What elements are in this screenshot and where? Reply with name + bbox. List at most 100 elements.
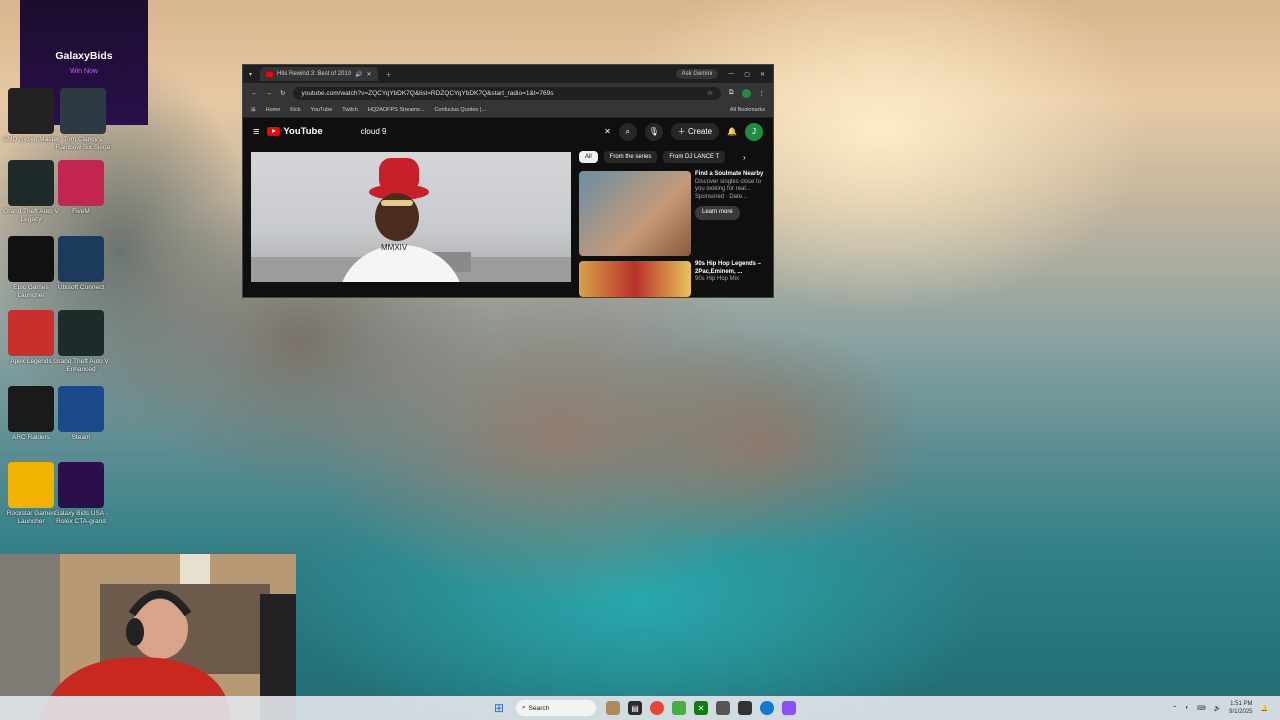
address-bar[interactable]: youtube.com/watch?v=ZQCYqYbDK7Q&list=RDZ…: [293, 86, 721, 100]
app-icon[interactable]: [738, 701, 752, 715]
arc-icon: [8, 386, 54, 432]
tab-menu-icon[interactable]: ▾: [249, 71, 252, 78]
desktop-icon[interactable]: Galaxy Bids USA - Rolex CTA-grand: [50, 462, 112, 526]
youtube-favicon-icon: [266, 71, 274, 77]
tray-icon[interactable]: ◐: [1185, 705, 1189, 711]
youtube-play-icon: [267, 127, 281, 136]
desktop-icon-label: Tom Clancy's Rainbow Six Siege: [55, 136, 111, 151]
fivem-icon: [58, 160, 104, 206]
ubisoft-icon: [58, 236, 104, 282]
audio-icon[interactable]: 🔊: [355, 71, 362, 78]
galaxybids-tagline: Win Now: [69, 68, 98, 75]
hamburger-menu-icon[interactable]: ≡: [253, 126, 259, 138]
r6-icon: [60, 88, 106, 134]
desktop-icon-label: Steam: [71, 434, 91, 441]
taskbar: ⊞ ⌕ Search ▤ ✕ ⌃ ◐ ⌨ 🔊 1:51 PM 9/1/2025 …: [0, 696, 1280, 720]
all-bookmarks-button[interactable]: All Bookmarks: [730, 107, 765, 113]
filter-chips: All From the series From DJ LANCE T: [579, 151, 726, 163]
video-frame: MMXIV: [251, 158, 571, 282]
tray-chevron-icon[interactable]: ⌃: [1172, 705, 1177, 712]
clock-time: 1:51 PM: [1230, 701, 1253, 707]
browser-tab-strip: ▾ Hits Rewind 3: Best of 2010 🔊 ✕ ＋ Ask …: [243, 65, 773, 83]
card-desc: 90s Hip Hop Mix: [695, 276, 740, 282]
clock-date: 9/1/2025: [1229, 709, 1253, 715]
clock[interactable]: 1:51 PM 9/1/2025: [1229, 700, 1252, 716]
bookmark-item[interactable]: YouTube: [311, 107, 333, 113]
taskbar-search-input: Search: [528, 704, 550, 712]
steam-icon: [58, 386, 104, 432]
galaxybids-brand: GalaxyBids: [55, 50, 113, 62]
filter-chip[interactable]: All: [579, 151, 598, 163]
galaxybids-icon: [58, 462, 104, 508]
bookmarks-bar: ⊞ Home Kick YouTube Twitch HQ2AOFPS Streams..…: [243, 103, 773, 118]
desktop-icon-label: Galaxy Bids USA - Rolex CTA-grand: [54, 510, 108, 525]
back-icon[interactable]: ←: [251, 90, 258, 97]
recommended-card[interactable]: 90s Hip Hop Legends – 2Pac,Eminem, ... 9…: [579, 261, 769, 297]
card-desc: Discover singles close to you looking fo…: [695, 178, 762, 193]
extensions-icon[interactable]: ⧉: [729, 89, 734, 97]
menu-dots-icon[interactable]: ⋮: [759, 89, 766, 97]
minimize-icon[interactable]: —: [728, 71, 734, 77]
file-explorer-icon[interactable]: ▤: [628, 701, 642, 715]
bookmark-item[interactable]: Twitch: [342, 107, 358, 113]
bookmark-item[interactable]: HQ2AOFPS Streams...: [368, 107, 425, 113]
taskbar-center: ⊞ ⌕ Search ▤ ✕: [488, 700, 800, 716]
video-player[interactable]: MMXIV: [251, 152, 571, 282]
svg-text:MMXIV: MMXIV: [381, 243, 408, 252]
bookmark-item[interactable]: Confucius Quotes (...: [434, 107, 486, 113]
new-tab-icon[interactable]: ＋: [386, 70, 392, 79]
profile-icon[interactable]: [741, 88, 751, 98]
close-tab-icon[interactable]: ✕: [367, 71, 372, 78]
browser-tab[interactable]: Hits Rewind 3: Best of 2010 🔊 ✕: [260, 67, 378, 81]
bookmark-item[interactable]: Home: [266, 107, 281, 113]
forward-icon[interactable]: →: [266, 90, 273, 97]
search-icon: ⌕: [522, 704, 526, 711]
recommended-thumbnail[interactable]: [579, 261, 691, 297]
reload-icon[interactable]: ↻: [280, 89, 285, 97]
youtube-logo[interactable]: YouTube: [267, 126, 323, 137]
edge-icon[interactable]: [760, 701, 774, 715]
sponsored-card[interactable]: Find a Soulmate Nearby Discover singles …: [579, 171, 769, 256]
desktop-icon[interactable]: Grand Theft Auto V Enhanced: [50, 310, 112, 374]
xbox-icon[interactable]: ✕: [694, 701, 708, 715]
taskbar-search[interactable]: ⌕ Search: [516, 700, 596, 716]
ask-gemini-button[interactable]: Ask Gemini: [675, 69, 719, 79]
sponsored-thumbnail[interactable]: [579, 171, 691, 256]
gta-icon: [58, 310, 104, 356]
maximize-icon[interactable]: ▢: [744, 71, 750, 78]
bookmark-star-icon[interactable]: ☆: [707, 89, 713, 97]
clear-search-icon[interactable]: ✕: [604, 127, 611, 136]
search-icon[interactable]: ⌕: [618, 122, 637, 141]
notification-bell-icon[interactable]: 🔔: [1261, 705, 1268, 712]
desktop-icon[interactable]: Ubisoft Connect: [50, 236, 112, 292]
create-button[interactable]: ＋ Create: [670, 123, 720, 140]
card-title[interactable]: Find a Soulmate Nearby: [695, 171, 765, 179]
widgets-icon[interactable]: [606, 701, 620, 715]
app-icon[interactable]: [716, 701, 730, 715]
amd-icon: [8, 88, 54, 134]
apps-grid-icon[interactable]: ⊞: [251, 107, 256, 113]
tray-icon[interactable]: ⌨: [1197, 705, 1206, 712]
app-icon[interactable]: [672, 701, 686, 715]
desktop-icon-label: Ubisoft Connect: [57, 284, 105, 291]
chrome-icon[interactable]: [650, 701, 664, 715]
desktop-icon[interactable]: Tom Clancy's Rainbow Six Siege: [52, 88, 114, 152]
search-input[interactable]: cloud 9: [361, 127, 387, 136]
chips-next-icon[interactable]: ›: [743, 153, 746, 162]
epic-icon: [8, 236, 54, 282]
card-title[interactable]: 90s Hip Hop Legends – 2Pac,Eminem, ...: [695, 261, 765, 276]
desktop-icon-label: Grand Theft Auto V Enhanced: [53, 358, 109, 373]
volume-icon[interactable]: 🔊: [1214, 705, 1221, 712]
avatar[interactable]: J: [745, 122, 763, 141]
bookmark-item[interactable]: Kick: [290, 107, 300, 113]
start-icon[interactable]: ⊞: [492, 701, 506, 715]
filter-chip[interactable]: From DJ LANCE T: [663, 151, 726, 163]
obs-icon[interactable]: [782, 701, 796, 715]
close-window-icon[interactable]: ✕: [760, 71, 765, 78]
learn-more-button[interactable]: Learn more: [695, 206, 740, 220]
filter-chip[interactable]: From the series: [603, 151, 658, 163]
microphone-icon[interactable]: 🎙: [644, 122, 663, 141]
desktop-icon[interactable]: FiveM: [50, 160, 112, 216]
desktop-icon[interactable]: Steam: [50, 386, 112, 442]
notifications-icon[interactable]: 🔔: [727, 127, 737, 136]
